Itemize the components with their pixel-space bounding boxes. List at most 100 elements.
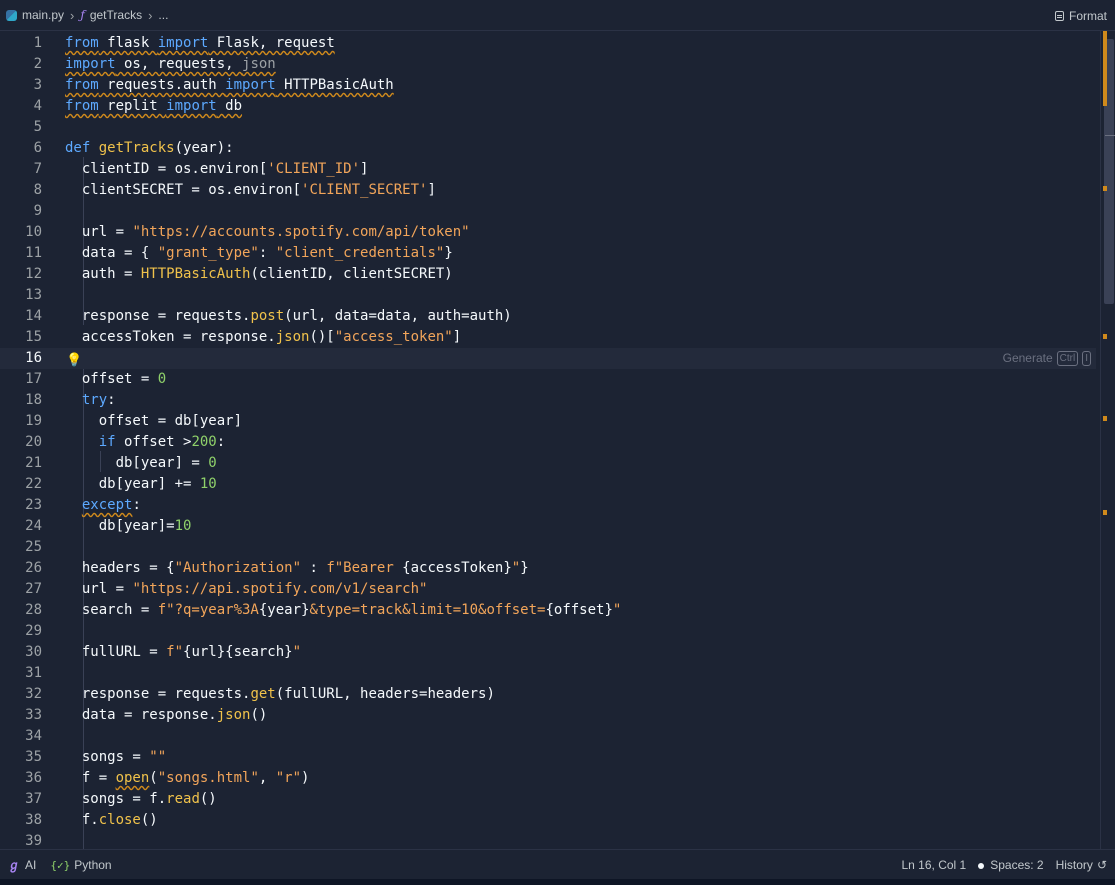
code-line[interactable]: 3 from requests.auth import HTTPBasicAuth bbox=[0, 75, 1096, 96]
code-line[interactable]: 28 search = f"?q=year%3A{year}&type=trac… bbox=[0, 600, 1096, 621]
code-text[interactable]: from flask import Flask, request bbox=[65, 33, 335, 54]
code-line[interactable]: 13 bbox=[0, 285, 1096, 306]
code-line[interactable]: 21 db[year] = 0 bbox=[0, 453, 1096, 474]
code-text[interactable]: db[year]=10 bbox=[65, 516, 192, 537]
code-line[interactable]: 23 except: bbox=[0, 495, 1096, 516]
editor-scrollbar[interactable] bbox=[1100, 31, 1115, 849]
code-text[interactable]: url = "https://accounts.spotify.com/api/… bbox=[65, 222, 470, 243]
breadcrumb-function[interactable]: ƒ getTracks bbox=[80, 8, 142, 22]
warning-marker bbox=[1103, 31, 1107, 106]
code-line[interactable]: 35 songs = "" bbox=[0, 747, 1096, 768]
code-text[interactable]: auth = HTTPBasicAuth(clientID, clientSEC… bbox=[65, 264, 453, 285]
code-text[interactable]: data = { "grant_type": "client_credentia… bbox=[65, 243, 453, 264]
code-text[interactable]: offset = 0 bbox=[65, 369, 166, 390]
indent-setting[interactable]: Spaces: 2 bbox=[978, 858, 1044, 872]
code-line[interactable]: 14 response = requests.post(url, data=da… bbox=[0, 306, 1096, 327]
language-label: Python bbox=[74, 857, 112, 872]
warning-marker bbox=[1103, 510, 1107, 515]
line-number: 23 bbox=[25, 497, 42, 513]
editor-header: main.py › ƒ getTracks › ... Format bbox=[0, 0, 1115, 31]
language-selector[interactable]: {✓} Python bbox=[50, 858, 111, 872]
code-line[interactable]: 12 auth = HTTPBasicAuth(clientID, client… bbox=[0, 264, 1096, 285]
code-text[interactable]: from replit import db bbox=[65, 96, 242, 117]
code-line[interactable]: 26 headers = {"Authorization" : f"Bearer… bbox=[0, 558, 1096, 579]
line-number: 34 bbox=[25, 728, 42, 744]
code-text[interactable]: response = requests.get(fullURL, headers… bbox=[65, 684, 495, 705]
format-button[interactable]: Format bbox=[1054, 0, 1107, 31]
code-text[interactable]: songs = f.read() bbox=[65, 789, 217, 810]
history-button[interactable]: History ↺ bbox=[1056, 858, 1107, 872]
code-line[interactable]: 19 offset = db[year] bbox=[0, 411, 1096, 432]
code-line[interactable]: 20 if offset >200: bbox=[0, 432, 1096, 453]
code-line[interactable]: 27 url = "https://api.spotify.com/v1/sea… bbox=[0, 579, 1096, 600]
code-line[interactable]: 1 from flask import Flask, request bbox=[0, 33, 1096, 54]
breadcrumb-file-label: main.py bbox=[22, 8, 65, 22]
code-line[interactable]: 10 url = "https://accounts.spotify.com/a… bbox=[0, 222, 1096, 243]
code-text[interactable]: accessToken = response.json()["access_to… bbox=[65, 327, 461, 348]
code-text[interactable]: search = f"?q=year%3A{year}&type=track&l… bbox=[65, 600, 622, 621]
code-line[interactable]: 34 bbox=[0, 726, 1096, 747]
code-text[interactable]: clientID = os.environ['CLIENT_ID'] bbox=[65, 159, 369, 180]
code-text[interactable]: db[year] += 10 bbox=[65, 474, 217, 495]
code-line[interactable]: 7 clientID = os.environ['CLIENT_ID'] bbox=[0, 159, 1096, 180]
code-line[interactable]: 29 bbox=[0, 621, 1096, 642]
code-text[interactable]: f.close() bbox=[65, 810, 158, 831]
code-text[interactable]: data = response.json() bbox=[65, 705, 267, 726]
code-text[interactable]: url = "https://api.spotify.com/v1/search… bbox=[65, 579, 428, 600]
code-text[interactable]: clientSECRET = os.environ['CLIENT_SECRET… bbox=[65, 180, 436, 201]
code-line[interactable]: 31 bbox=[0, 663, 1096, 684]
code-text[interactable]: songs = "" bbox=[65, 747, 166, 768]
line-number: 39 bbox=[25, 833, 42, 849]
breadcrumb-more[interactable]: ... bbox=[158, 8, 168, 22]
code-text[interactable]: response = requests.post(url, data=data,… bbox=[65, 306, 512, 327]
code-line[interactable]: 30 fullURL = f"{url}{search}" bbox=[0, 642, 1096, 663]
code-line[interactable]: 8 clientSECRET = os.environ['CLIENT_SECR… bbox=[0, 180, 1096, 201]
code-text[interactable]: from requests.auth import HTTPBasicAuth bbox=[65, 75, 394, 96]
code-text[interactable]: f = open("songs.html", "r") bbox=[65, 768, 310, 789]
code-line[interactable]: 39 bbox=[0, 831, 1096, 849]
code-line[interactable]: 6 def getTracks(year): bbox=[0, 138, 1096, 159]
code-line[interactable]: 22 db[year] += 10 bbox=[0, 474, 1096, 495]
code-line[interactable]: 15 accessToken = response.json()["access… bbox=[0, 327, 1096, 348]
code-text[interactable]: db[year] = 0 bbox=[65, 453, 217, 474]
code-line[interactable]: 33 data = response.json() bbox=[0, 705, 1096, 726]
line-number: 22 bbox=[25, 476, 42, 492]
generate-hint-label: Generate bbox=[1002, 351, 1053, 365]
window-bottom-edge bbox=[0, 879, 1115, 885]
code-line[interactable]: 17 offset = 0 bbox=[0, 369, 1096, 390]
code-line[interactable]: 4 from replit import db bbox=[0, 96, 1096, 117]
code-line[interactable]: 38 f.close() bbox=[0, 810, 1096, 831]
line-number: 36 bbox=[25, 770, 42, 786]
code-line[interactable]: 25 bbox=[0, 537, 1096, 558]
code-text[interactable]: try: bbox=[65, 390, 116, 411]
code-text[interactable]: offset = db[year] bbox=[65, 411, 242, 432]
code-line[interactable]: 11 data = { "grant_type": "client_creden… bbox=[0, 243, 1096, 264]
code-editor[interactable]: 1 from flask import Flask, request 2 import… bbox=[0, 31, 1115, 849]
code-line[interactable]: 32 response = requests.get(fullURL, head… bbox=[0, 684, 1096, 705]
format-icon bbox=[1054, 10, 1064, 21]
code-text[interactable]: import os, requests, json bbox=[65, 54, 276, 75]
code-line[interactable]: 9 bbox=[0, 201, 1096, 222]
code-text[interactable]: fullURL = f"{url}{search}" bbox=[65, 642, 301, 663]
breadcrumb-function-label: getTracks bbox=[89, 8, 143, 22]
code-text[interactable]: headers = {"Authorization" : f"Bearer {a… bbox=[65, 558, 529, 579]
code-text[interactable]: except: bbox=[65, 495, 141, 516]
line-number: 35 bbox=[25, 749, 42, 765]
function-icon: ƒ bbox=[80, 8, 85, 22]
code-line[interactable]: 24 db[year]=10 bbox=[0, 516, 1096, 537]
code-line[interactable]: 36 f = open("songs.html", "r") bbox=[0, 768, 1096, 789]
code-line[interactable]: 18 try: bbox=[0, 390, 1096, 411]
breadcrumb-file[interactable]: main.py bbox=[6, 8, 64, 22]
code-line[interactable]: 2 import os, requests, json bbox=[0, 54, 1096, 75]
ai-button[interactable]: ℊ AI bbox=[8, 856, 36, 873]
generate-hint[interactable]: Generate Ctrl I bbox=[1003, 348, 1091, 369]
code-line[interactable]: 37 songs = f.read() bbox=[0, 789, 1096, 810]
code-text[interactable]: if offset >200: bbox=[65, 432, 225, 453]
line-number: 9 bbox=[33, 203, 42, 219]
cursor-position[interactable]: Ln 16, Col 1 bbox=[902, 858, 967, 872]
code-text[interactable]: def getTracks(year): bbox=[65, 138, 234, 159]
line-number: 2 bbox=[33, 56, 42, 72]
code-line[interactable]: 16 💡 Generate Ctrl I bbox=[0, 348, 1096, 369]
code-line[interactable]: 5 bbox=[0, 117, 1096, 138]
lightbulb-icon[interactable]: 💡 bbox=[66, 350, 82, 371]
